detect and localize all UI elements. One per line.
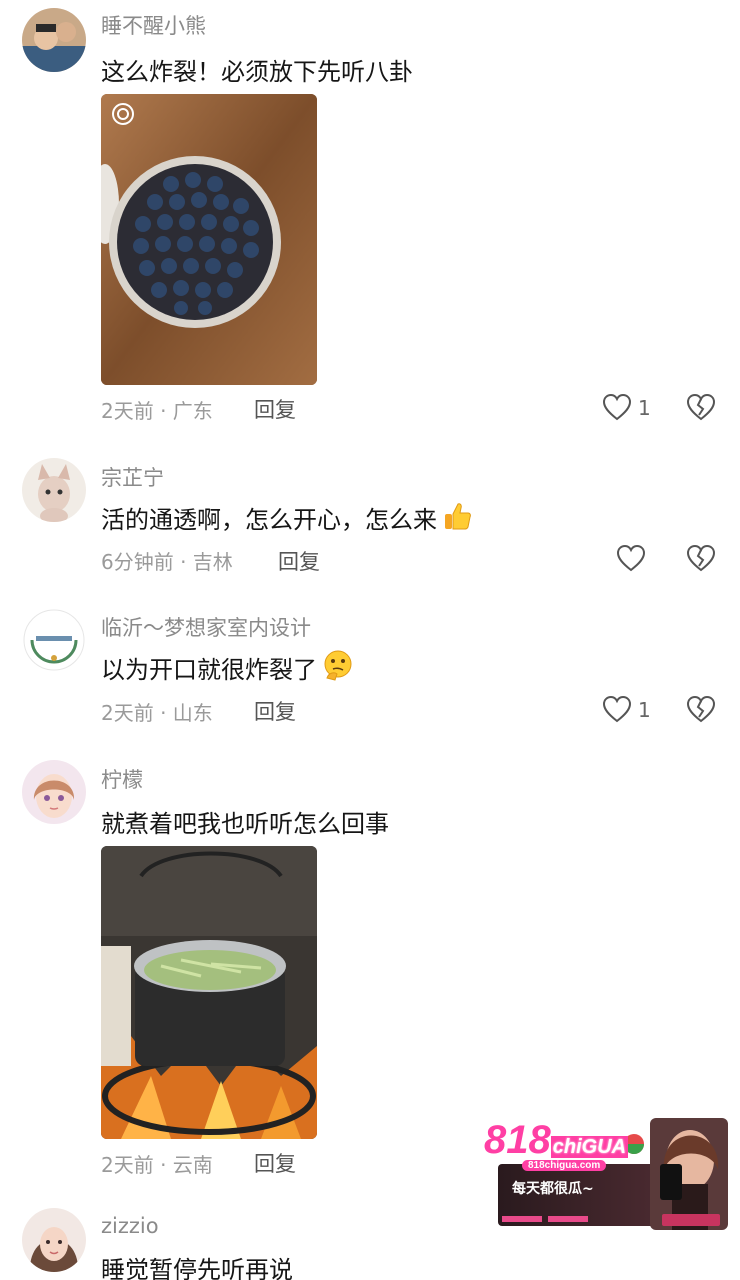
comment-meta: 2天前 · 云南 [101, 1153, 213, 1177]
comment-username[interactable]: zizzio [101, 1214, 159, 1238]
ad-logo-suffix: chiGUA [550, 1136, 629, 1158]
dislike-broken-heart-icon[interactable] [686, 393, 716, 421]
ad-banner[interactable]: 818 chiGUA 818chigua.com 每天都很瓜~ [482, 1118, 728, 1230]
comment-meta: 2天前 · 山东 [101, 701, 213, 725]
comment-text-content: 活的通透啊，怎么开心，怎么来 [101, 506, 437, 534]
dislike-broken-heart-icon[interactable] [686, 544, 716, 572]
avatar[interactable] [22, 8, 86, 72]
reply-button[interactable]: 回复 [254, 1148, 296, 1178]
comment-username[interactable]: 临沂～梦想家室内设计 [101, 612, 311, 642]
reply-button[interactable]: 回复 [254, 394, 296, 424]
thinking-face-emoji-icon [321, 648, 355, 688]
comment-text: 这么炸裂！必须放下先听八卦 [101, 58, 413, 86]
comment-username[interactable]: 柠檬 [101, 764, 143, 794]
comment-item: 宗芷宁 活的通透啊，怎么开心，怎么来 6分钟前 · 吉林 回复 [0, 450, 740, 590]
comment-username[interactable]: 宗芷宁 [101, 462, 164, 492]
dislike-broken-heart-icon[interactable] [686, 695, 716, 723]
comment-meta: 2天前 · 广东 [101, 399, 213, 423]
comment-item: 睡不醒小熊 这么炸裂！必须放下先听八卦 2天前 · 广东 回复 1 [0, 0, 740, 440]
comment-image-cooking-pot[interactable] [101, 846, 317, 1139]
comment-text: 以为开口就很炸裂了 [101, 648, 355, 688]
avatar[interactable] [22, 760, 86, 824]
avatar[interactable] [22, 608, 86, 672]
like-heart-icon[interactable] [616, 544, 646, 572]
avatar[interactable] [22, 458, 86, 522]
comment-text: 活的通透啊，怎么开心，怎么来 [101, 500, 473, 538]
comment-text: 就煮着吧我也听听怎么回事 [101, 810, 389, 838]
comment-item: 临沂～梦想家室内设计 以为开口就很炸裂了 2天前 · 山东 回复 1 [0, 600, 740, 740]
comment-text: 睡觉暂停先听再说 [101, 1256, 293, 1280]
like-heart-icon[interactable] [602, 393, 632, 421]
like-count: 1 [638, 698, 651, 722]
comment-username[interactable]: 睡不醒小熊 [101, 10, 206, 40]
reply-button[interactable]: 回复 [278, 546, 320, 576]
comment-image-blueberries[interactable] [101, 94, 317, 385]
ad-url: 818chigua.com [522, 1160, 607, 1171]
comment-text-content: 以为开口就很炸裂了 [101, 656, 317, 684]
comment-meta: 6分钟前 · 吉林 [101, 550, 233, 574]
ad-logo-number: 818 [484, 1118, 551, 1162]
thumbs-up-emoji-icon [441, 500, 473, 538]
avatar[interactable] [22, 1208, 86, 1272]
reply-button[interactable]: 回复 [254, 696, 296, 726]
like-heart-icon[interactable] [602, 695, 632, 723]
ad-slogan: 每天都很瓜~ [512, 1181, 594, 1197]
like-count: 1 [638, 396, 651, 420]
